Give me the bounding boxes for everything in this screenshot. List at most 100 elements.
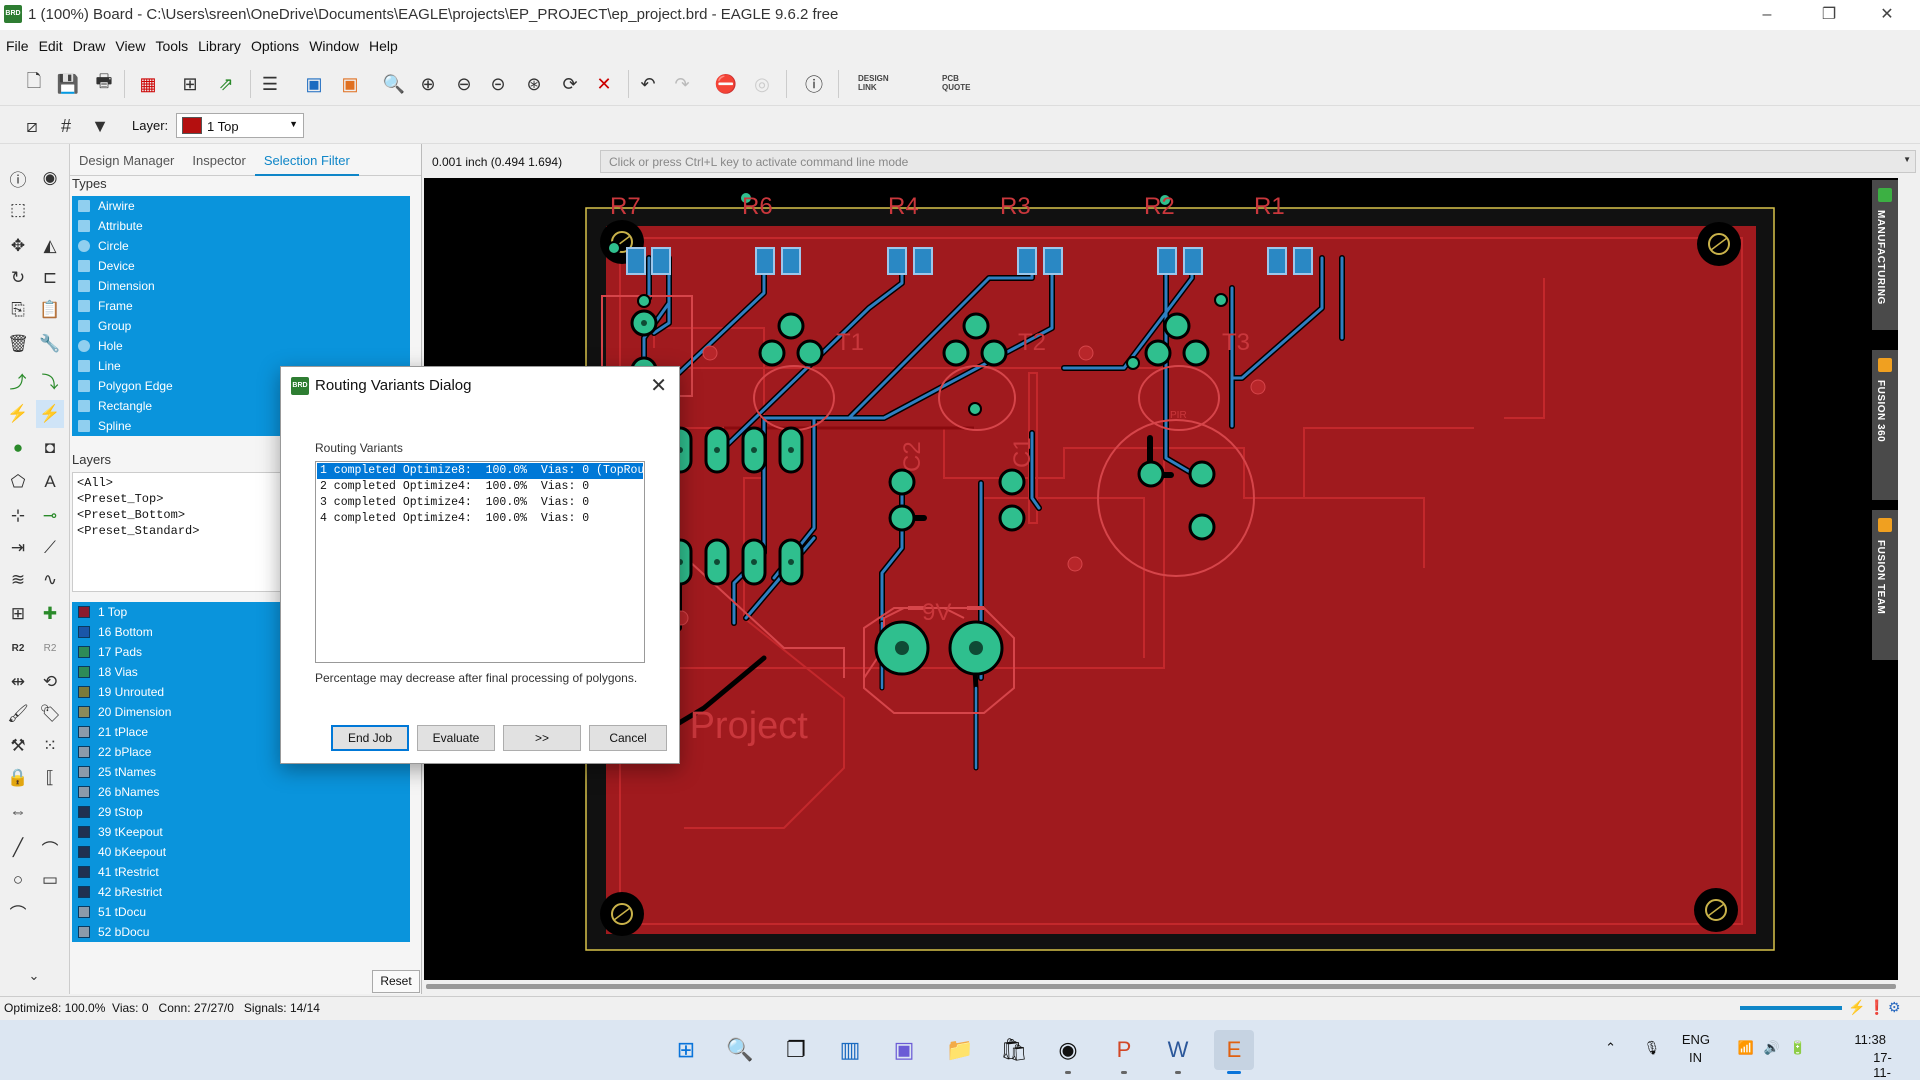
layer-item[interactable]: 39 tKeepout (72, 822, 410, 842)
attribute-icon[interactable]: 🏷 (36, 700, 64, 728)
via-icon[interactable]: ● (4, 434, 32, 462)
variant-item[interactable]: 1 completed Optimize8: 100.0% Vias: 0 (T… (317, 463, 672, 479)
route-icon[interactable]: ⤴ (4, 366, 32, 394)
save-icon[interactable]: 💾 (54, 70, 82, 98)
menu-window[interactable]: Window (303, 34, 363, 54)
hammer-icon[interactable]: ⚒ (4, 732, 32, 760)
script-icon[interactable]: ▣ (300, 70, 328, 98)
move-icon[interactable]: ✥ (4, 232, 32, 260)
evaluate-button[interactable]: Evaluate (417, 725, 495, 751)
microphone-icon[interactable]: 🎙 (1643, 1040, 1660, 1056)
layer-item[interactable]: 40 bKeepout (72, 842, 410, 862)
tab-design-manager[interactable]: Design Manager (70, 144, 183, 176)
dimension-icon[interactable]: ⇔ (4, 798, 32, 826)
volume-icon[interactable]: 🔊 (1764, 1040, 1780, 1056)
export-icon[interactable]: ⇗ (212, 70, 240, 98)
type-item[interactable]: Group (72, 316, 410, 336)
text-icon[interactable]: A (36, 468, 64, 496)
type-item[interactable]: Attribute (72, 216, 410, 236)
cancel-button[interactable]: Cancel (589, 725, 667, 751)
filter-icon[interactable]: ▼ (86, 112, 114, 140)
line-icon[interactable]: ╱ (4, 834, 32, 862)
miter-icon[interactable]: ⇥ (4, 534, 32, 562)
chevron-down-icon[interactable]: ▼ (1903, 155, 1911, 164)
menu-tools[interactable]: Tools (149, 34, 192, 54)
tab-fusion-360[interactable]: FUSION 360 (1872, 350, 1898, 500)
end-job-button[interactable]: End Job (331, 725, 409, 751)
zoom-in-icon[interactable]: ⊕ (414, 70, 442, 98)
undo-icon[interactable]: ↶ (634, 70, 662, 98)
variant-item[interactable]: 2 completed Optimize4: 100.0% Vias: 0 (317, 479, 643, 495)
select-icon[interactable]: ⬚ (4, 196, 32, 224)
copy-icon[interactable]: ⎘ (4, 296, 32, 324)
widgets-icon[interactable]: ▥ (830, 1030, 870, 1070)
next-variant-button[interactable]: >> (503, 725, 581, 751)
redraw-icon[interactable]: ⟳ (556, 70, 584, 98)
close-button[interactable]: ✕ (1864, 0, 1910, 30)
redo-icon[interactable]: ↷ (668, 70, 696, 98)
menu-help[interactable]: Help (363, 34, 402, 54)
variant-item[interactable]: 4 completed Optimize4: 100.0% Vias: 0 (317, 511, 643, 527)
type-item[interactable]: Frame (72, 296, 410, 316)
autorouter-icon[interactable]: ⚡ (4, 400, 32, 428)
show-icon[interactable]: ◉ (36, 164, 64, 192)
tab-selection-filter[interactable]: Selection Filter (254, 144, 359, 176)
restore-button[interactable]: ❐ (1806, 0, 1852, 30)
add-signal-icon[interactable]: ✚ (36, 600, 64, 628)
expand-icon[interactable]: ⌄ (20, 962, 48, 990)
help-icon[interactable]: ⓘ (800, 70, 828, 98)
wave-icon[interactable]: ∿ (36, 566, 64, 594)
teams-chat-icon[interactable]: ▣ (884, 1030, 924, 1070)
zoom-out-icon[interactable]: ⊖ (450, 70, 478, 98)
file-explorer-icon[interactable]: 📁 (940, 1030, 980, 1070)
layer-stack-icon[interactable]: ☰ (256, 70, 284, 98)
language-bottom[interactable]: IN (1689, 1050, 1702, 1065)
tab-inspector[interactable]: Inspector (183, 144, 254, 176)
menu-view[interactable]: View (109, 34, 149, 54)
language-top[interactable]: ENG (1682, 1032, 1710, 1047)
ripup-icon[interactable]: ⤵ (36, 366, 64, 394)
type-item[interactable]: Device (72, 256, 410, 276)
settings-icon[interactable]: ⚙ (1888, 999, 1901, 1016)
menu-options[interactable]: Options (245, 34, 303, 54)
design-link-button[interactable]: DESIGN LINK (858, 74, 889, 92)
menu-edit[interactable]: Edit (33, 34, 67, 54)
mirror-icon[interactable]: ◭ (36, 232, 64, 260)
type-item[interactable]: Airwire (72, 196, 410, 216)
ratsnest-icon[interactable]: ✕ (590, 70, 618, 98)
change-icon[interactable]: ⟲ (36, 668, 64, 696)
dialog-close-icon[interactable]: ✕ (650, 373, 667, 398)
powerpoint-icon[interactable]: P (1104, 1030, 1144, 1074)
wrench-icon[interactable]: 🔧 (36, 330, 64, 358)
start-icon[interactable]: ⊞ (666, 1030, 706, 1070)
paste-icon[interactable]: 📋 (36, 296, 64, 324)
signal-icon[interactable]: ⊸ (36, 502, 64, 530)
store-icon[interactable]: 🛍 (994, 1030, 1034, 1070)
polygon-icon[interactable]: ⬠ (4, 468, 32, 496)
stop-icon[interactable]: ⛔ (712, 70, 740, 98)
chevron-up-icon[interactable]: ⌃ (1605, 1040, 1616, 1056)
menu-draw[interactable]: Draw (67, 34, 110, 54)
grid-icon[interactable]: # (52, 112, 80, 140)
clock-date[interactable]: 17-11-2021 (1873, 1050, 1902, 1080)
new-file-icon[interactable]: 🗋 (20, 70, 48, 98)
type-item[interactable]: Circle (72, 236, 410, 256)
rectangle-icon[interactable]: ▭ (36, 866, 64, 894)
schematic-icon[interactable]: ▦ (134, 70, 162, 98)
task-view-icon[interactable]: ❐ (776, 1030, 816, 1070)
print-icon[interactable]: 🖶 (90, 70, 118, 98)
net-icon[interactable]: ⊹ (4, 502, 32, 530)
reset-button[interactable]: Reset (372, 970, 420, 993)
word-icon[interactable]: W (1158, 1030, 1198, 1074)
pcb-quote-button[interactable]: PCB QUOTE (942, 74, 970, 92)
zoom-select-icon[interactable]: ⊛ (520, 70, 548, 98)
layer-item[interactable]: 51 tDocu (72, 902, 410, 922)
zoom-last-icon[interactable]: ⊝ (484, 70, 512, 98)
optimize-icon[interactable]: ⚡ (36, 400, 64, 428)
arc-icon[interactable]: ⌒ (36, 834, 64, 862)
pad-icon[interactable]: ◘ (36, 434, 64, 462)
type-item[interactable]: Hole (72, 336, 410, 356)
menu-library[interactable]: Library (192, 34, 245, 54)
group-icon[interactable]: ⁙ (36, 732, 64, 760)
layer-item[interactable]: 26 bNames (72, 782, 410, 802)
